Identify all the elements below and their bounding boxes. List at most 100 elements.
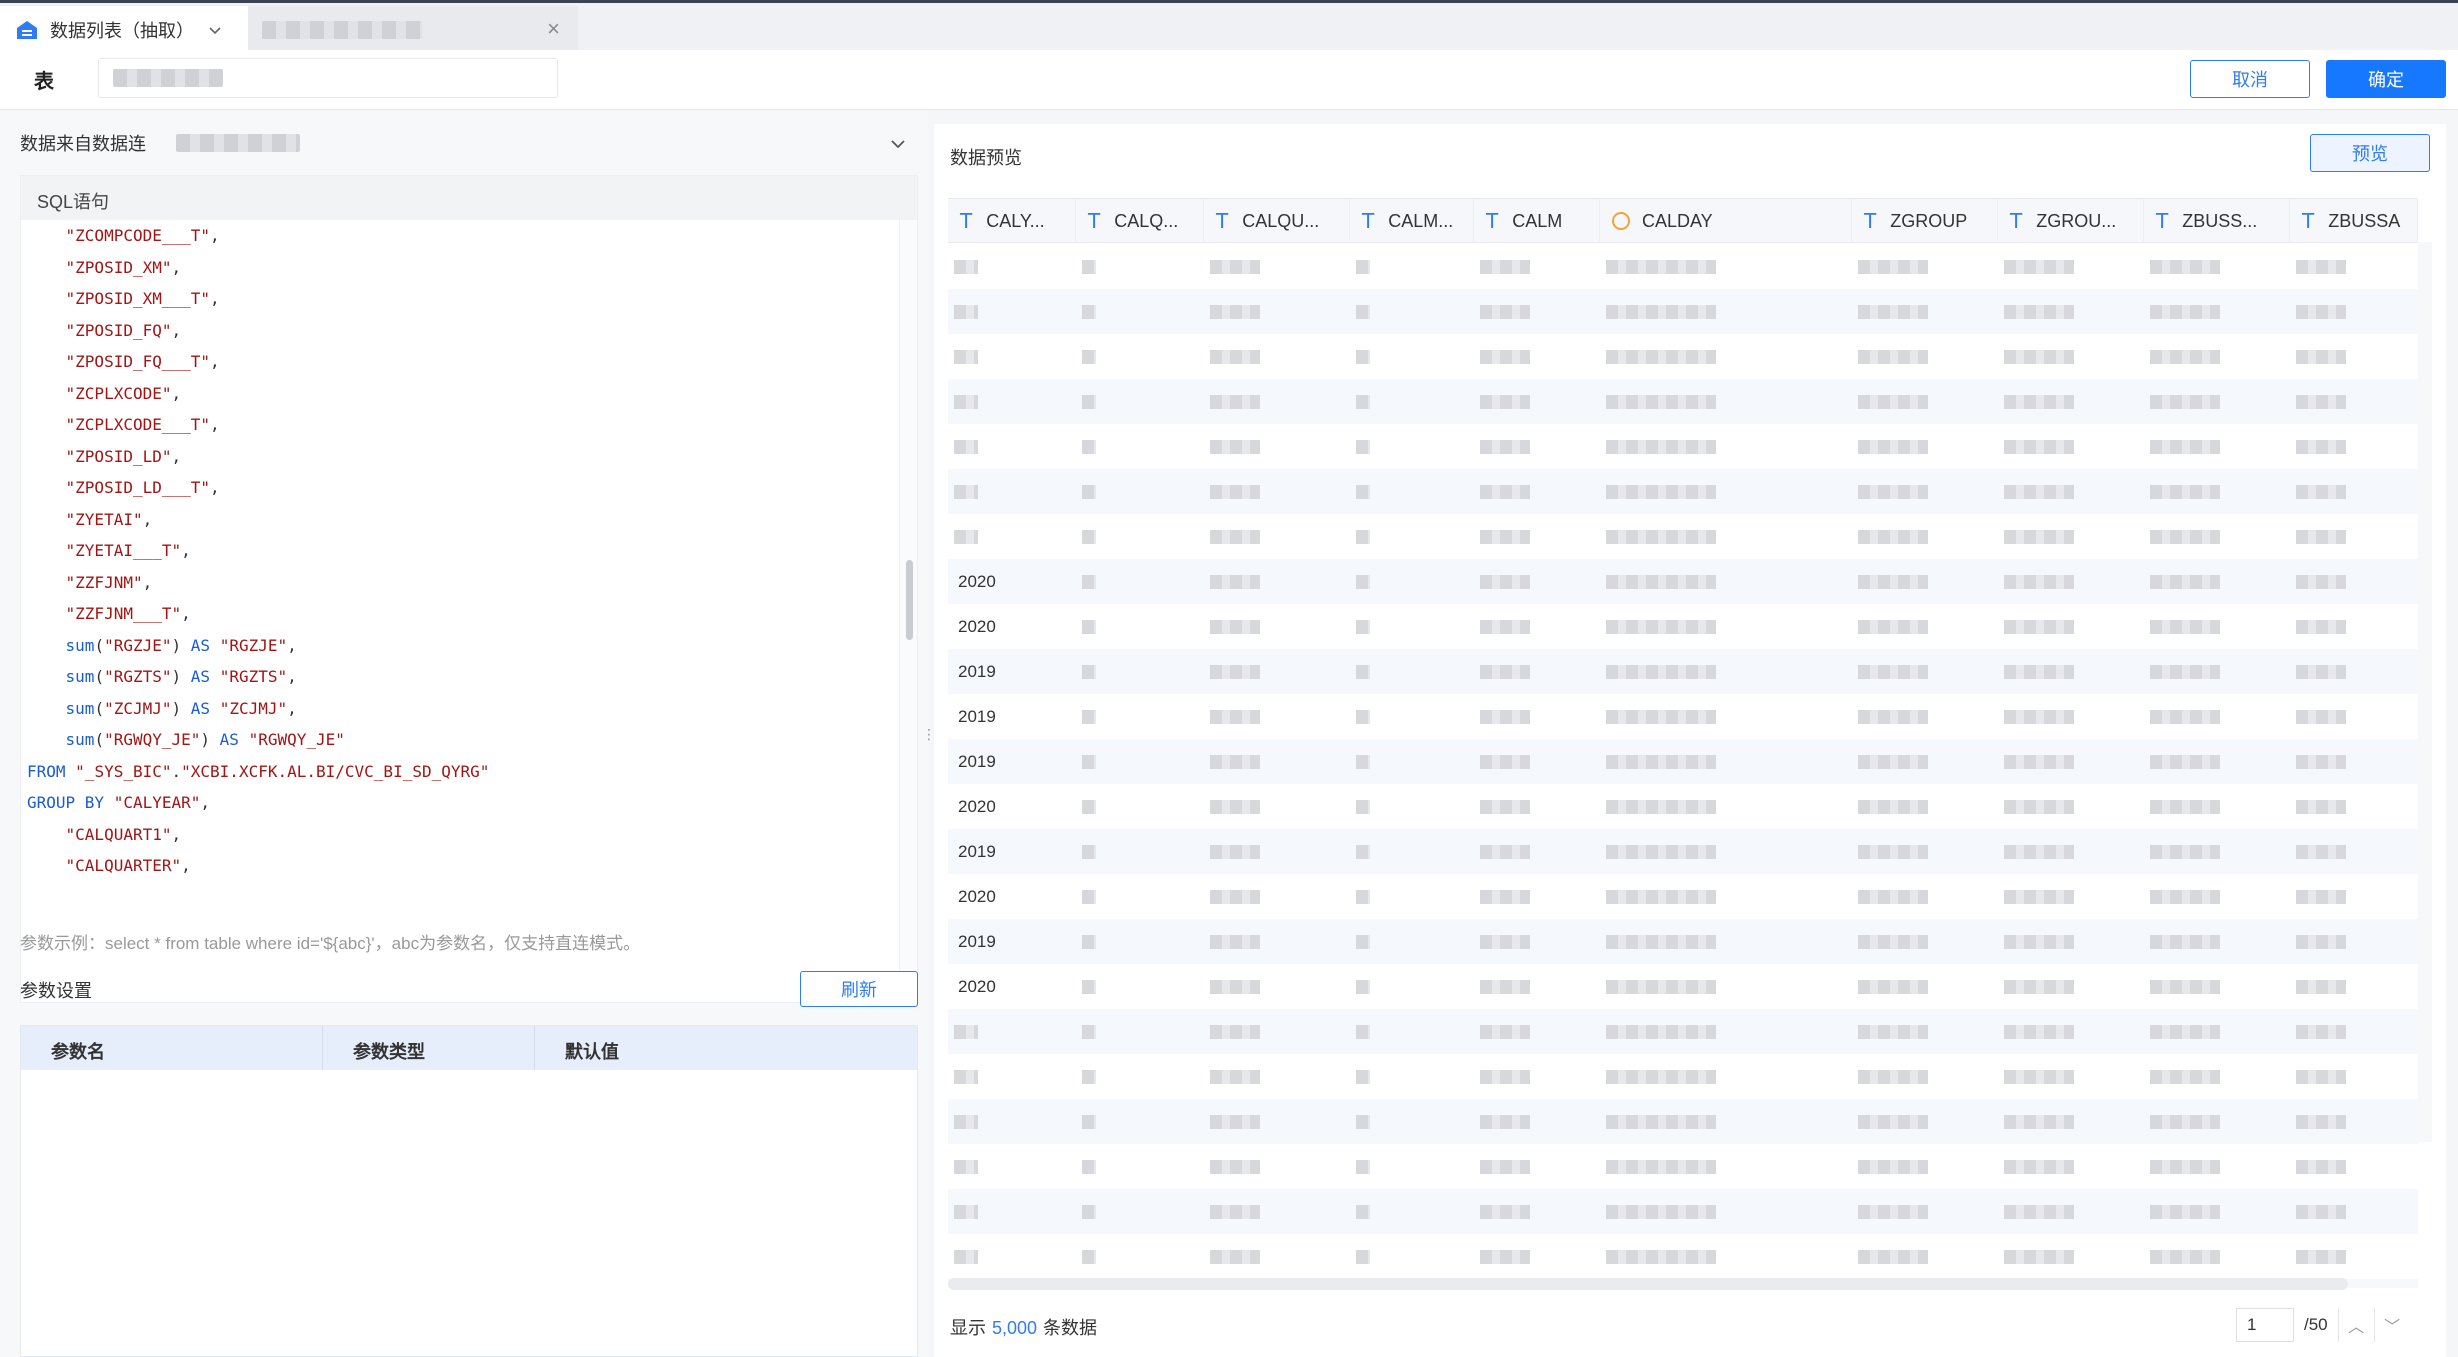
tab-label: 数据列表（抽取）	[50, 20, 194, 41]
table-cell	[1350, 874, 1474, 919]
grid-column-header[interactable]: T CALQU...	[1204, 199, 1350, 243]
sql-scrollbar-thumb[interactable]	[906, 560, 913, 640]
chevron-down-icon[interactable]	[889, 135, 907, 153]
cancel-button[interactable]: 取消	[2190, 60, 2310, 98]
table-cell	[1204, 784, 1350, 829]
tab-other[interactable]: ×	[248, 6, 578, 53]
table-row[interactable]: 2020	[948, 784, 2418, 829]
table-row[interactable]	[948, 424, 2418, 469]
table-cell: 2019	[948, 829, 1076, 874]
sql-token: GROUP BY	[27, 793, 105, 812]
table-row[interactable]	[948, 289, 2418, 334]
table-row[interactable]	[948, 1099, 2418, 1144]
text-type-icon: T	[2010, 209, 2023, 233]
chevron-down-icon[interactable]	[208, 23, 222, 37]
table-row[interactable]: 2019	[948, 829, 2418, 874]
table-cell	[1600, 694, 1852, 739]
table-row[interactable]	[948, 1054, 2418, 1099]
table-cell	[1998, 874, 2144, 919]
grid-column-header[interactable]: T CALM...	[1350, 199, 1474, 243]
table-row[interactable]: 2020	[948, 604, 2418, 649]
sql-editor[interactable]: SQL语句 "ZCOMPCODE___T", "ZPOSID_XM", "ZPO…	[20, 175, 918, 1003]
table-cell	[2144, 424, 2290, 469]
table-cell	[1474, 604, 1600, 649]
table-cell	[1204, 694, 1350, 739]
table-row[interactable]	[948, 1144, 2418, 1189]
table-cell	[1204, 334, 1350, 379]
grid-column-header[interactable]: T CALY...	[948, 199, 1076, 243]
chevron-up-icon[interactable]: ︿	[2337, 1308, 2374, 1342]
blurred-cell-value	[1480, 484, 1530, 499]
table-cell	[1852, 1009, 1998, 1054]
blurred-cell-value	[2296, 934, 2346, 949]
grid-column-header[interactable]: T ZBUSSA	[2290, 199, 2418, 243]
table-cell	[948, 289, 1076, 334]
blurred-cell-value	[2150, 394, 2220, 409]
table-row[interactable]	[948, 1009, 2418, 1054]
blurred-cell-value	[1480, 1159, 1530, 1174]
table-row[interactable]	[948, 244, 2418, 289]
sql-code-area[interactable]: "ZCOMPCODE___T", "ZPOSID_XM", "ZPOSID_XM…	[21, 220, 901, 1002]
table-cell	[1076, 739, 1204, 784]
table-row[interactable]	[948, 1189, 2418, 1234]
table-row[interactable]: 2019	[948, 919, 2418, 964]
table-row[interactable]: 2020	[948, 964, 2418, 1009]
blurred-cell-value	[2004, 259, 2074, 274]
grid-column-header[interactable]: CALDAY	[1600, 199, 1852, 243]
preview-button[interactable]: 预览	[2310, 134, 2430, 172]
table-cell	[1474, 514, 1600, 559]
confirm-button[interactable]: 确定	[2326, 60, 2446, 98]
blurred-cell-value	[1480, 799, 1530, 814]
page-number-input[interactable]: 1	[2236, 1308, 2294, 1342]
blurred-cell-value	[1210, 1069, 1260, 1084]
grid-column-header[interactable]: T CALQ...	[1076, 199, 1204, 243]
blurred-cell-value	[2296, 799, 2346, 814]
blurred-cell-value	[1480, 979, 1530, 994]
table-name-input[interactable]	[98, 58, 558, 98]
table-row[interactable]: 2020	[948, 874, 2418, 919]
table-row[interactable]: 2019	[948, 739, 2418, 784]
blurred-cell-value	[1356, 844, 1370, 859]
grid-column-header[interactable]: T ZGROUP	[1852, 199, 1998, 243]
table-row[interactable]: 2019	[948, 694, 2418, 739]
table-cell	[2144, 1144, 2290, 1189]
grid-column-header[interactable]: T CALM	[1474, 199, 1600, 243]
close-icon[interactable]: ×	[547, 18, 560, 40]
blurred-cell-value	[1356, 889, 1370, 904]
grid-horizontal-scrollbar[interactable]	[948, 1278, 2348, 1290]
grid-column-header[interactable]: T ZGROU...	[1998, 199, 2144, 243]
cell-year-value: 2020	[958, 886, 996, 906]
table-row[interactable]	[948, 469, 2418, 514]
table-row[interactable]: 2020	[948, 559, 2418, 604]
blurred-cell-value	[1606, 709, 1716, 724]
table-cell	[1852, 1054, 1998, 1099]
grid-vertical-scrollbar[interactable]	[2418, 242, 2432, 1142]
chevron-down-icon[interactable]: ﹀	[2373, 1308, 2410, 1342]
grid-column-header[interactable]: T ZBUSS...	[2144, 199, 2290, 243]
refresh-button[interactable]: 刷新	[800, 971, 918, 1007]
blurred-cell-value	[2296, 304, 2346, 319]
blurred-cell-value	[1480, 394, 1530, 409]
page-total: /50	[2304, 1315, 2328, 1334]
table-row[interactable]	[948, 379, 2418, 424]
blurred-cell-value	[2150, 1114, 2220, 1129]
blurred-cell-value	[1606, 754, 1716, 769]
blurred-cell-value	[2296, 979, 2346, 994]
table-row[interactable]	[948, 334, 2418, 379]
tab-data-list[interactable]: 数据列表（抽取）	[0, 6, 248, 53]
table-cell	[1350, 1189, 1474, 1234]
panel-resize-handle[interactable]: ⋮	[922, 726, 936, 746]
blurred-cell-value	[1858, 844, 1928, 859]
table-row[interactable]: 2019	[948, 649, 2418, 694]
blurred-cell-value	[1480, 1114, 1530, 1129]
data-source-select[interactable]: 数据来自数据连	[20, 121, 915, 165]
blurred-cell-value	[2296, 709, 2346, 724]
sql-scrollbar-track[interactable]	[899, 220, 917, 1002]
blurred-cell-value	[1356, 529, 1370, 544]
table-row[interactable]	[948, 1234, 2418, 1279]
blurred-cell-value	[1082, 1249, 1096, 1264]
table-row[interactable]	[948, 514, 2418, 559]
